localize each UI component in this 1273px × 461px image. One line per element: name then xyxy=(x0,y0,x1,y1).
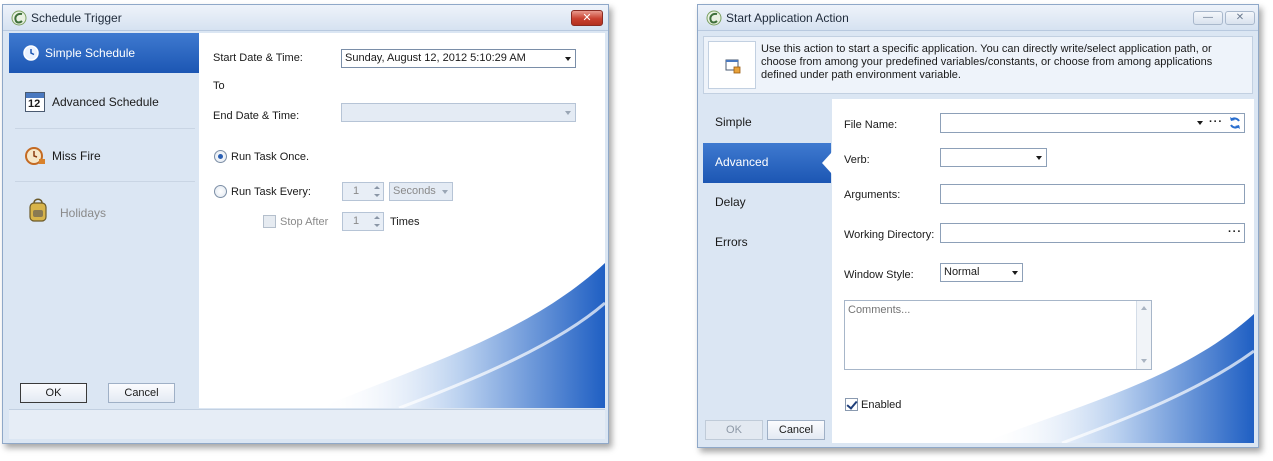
run-every-stepper[interactable]: 1 xyxy=(342,182,384,201)
description-text: Use this action to start a specific appl… xyxy=(761,43,1213,81)
chevron-down-icon xyxy=(442,190,448,194)
chevron-down-icon xyxy=(565,57,571,61)
browse-dots-icon[interactable]: ··· xyxy=(1209,116,1223,128)
calendar-icon-day: 12 xyxy=(28,98,41,110)
nav-label: Simple Schedule xyxy=(45,46,136,60)
nav-label: Holidays xyxy=(60,206,107,220)
start-date-value: Sunday, August 12, 2012 5:10:29 AM xyxy=(345,52,526,64)
spin-up-icon[interactable] xyxy=(374,216,380,219)
window-style-value: Normal xyxy=(944,266,980,278)
enabled-label: Enabled xyxy=(861,399,902,411)
schedule-trigger-titlebar[interactable]: Schedule Trigger ✕ xyxy=(3,5,608,31)
enabled-checkbox[interactable] xyxy=(845,398,858,411)
app-logo-icon xyxy=(706,10,722,26)
nav-label: Delay xyxy=(715,195,746,209)
start-application-action-window: Start Application Action — ✕ Use this ac… xyxy=(697,4,1259,448)
nav-item-advanced-schedule[interactable]: 12 Advanced Schedule xyxy=(9,81,199,123)
nav-item-delay[interactable]: Delay xyxy=(703,183,831,223)
chevron-down-icon xyxy=(565,111,571,115)
minimize-button[interactable]: — xyxy=(1193,11,1223,25)
working-directory-label: Working Directory: xyxy=(844,229,935,241)
run-once-label: Run Task Once. xyxy=(231,151,310,163)
minimize-icon: — xyxy=(1203,12,1213,23)
schedule-trigger-window: Schedule Trigger ✕ Simple Schedule 12 Ad… xyxy=(2,4,609,444)
refresh-icon[interactable] xyxy=(1228,116,1242,130)
window-title: Schedule Trigger xyxy=(31,11,122,25)
end-date-label: End Date & Time: xyxy=(213,110,300,122)
status-bar xyxy=(9,409,605,439)
stop-after-label: Stop After xyxy=(280,216,329,228)
file-name-input[interactable]: ··· xyxy=(940,113,1245,133)
interval-unit-select[interactable]: Seconds xyxy=(389,182,453,201)
stop-after-stepper[interactable]: 1 xyxy=(342,212,384,231)
alarm-clock-icon xyxy=(25,147,45,165)
nav-label: Simple xyxy=(715,115,752,129)
nav-separator xyxy=(15,181,195,182)
run-every-value: 1 xyxy=(353,185,360,197)
end-date-picker[interactable] xyxy=(341,103,576,122)
working-directory-input[interactable]: ··· xyxy=(940,223,1245,243)
nav-label: Advanced Schedule xyxy=(52,95,159,109)
nav-item-advanced[interactable]: Advanced xyxy=(703,143,831,183)
stop-after-value: 1 xyxy=(353,215,360,227)
browse-dots-icon[interactable]: ··· xyxy=(1228,226,1242,238)
nav-item-miss-fire[interactable]: Miss Fire xyxy=(9,135,199,177)
chevron-down-icon xyxy=(1036,156,1042,160)
arguments-input[interactable] xyxy=(940,184,1245,204)
window-style-select[interactable]: Normal xyxy=(940,263,1023,282)
spin-down-icon[interactable] xyxy=(374,224,380,227)
scroll-up-icon[interactable] xyxy=(1141,306,1147,310)
nav-label: Advanced xyxy=(715,155,769,169)
nav-item-simple-schedule[interactable]: Simple Schedule xyxy=(9,33,199,73)
close-button[interactable]: ✕ xyxy=(571,10,603,26)
nav-item-holidays[interactable]: Holidays xyxy=(9,191,199,233)
spin-down-icon[interactable] xyxy=(374,194,380,197)
chevron-down-icon xyxy=(1012,271,1018,275)
chevron-down-icon[interactable] xyxy=(1197,121,1203,125)
clock-icon xyxy=(23,45,39,61)
action-content-panel: File Name: ··· Verb: Arguments: Working … xyxy=(832,99,1254,443)
selection-notch xyxy=(822,152,832,174)
comments-textarea[interactable] xyxy=(844,300,1152,370)
start-date-label: Start Date & Time: xyxy=(213,52,303,64)
nav-label: Errors xyxy=(715,235,748,249)
start-app-titlebar[interactable]: Start Application Action — ✕ xyxy=(698,5,1258,31)
scroll-down-icon[interactable] xyxy=(1141,359,1147,363)
window-title: Start Application Action xyxy=(726,11,849,25)
application-window-icon xyxy=(725,59,741,74)
to-label: To xyxy=(213,80,225,92)
ok-button[interactable]: OK xyxy=(705,420,763,440)
nav-item-errors[interactable]: Errors xyxy=(703,223,831,263)
arguments-label: Arguments: xyxy=(844,189,901,201)
nav-label: Miss Fire xyxy=(52,149,101,163)
run-once-radio[interactable] xyxy=(214,150,227,163)
times-label: Times xyxy=(390,216,420,228)
close-button[interactable]: ✕ xyxy=(1225,11,1255,25)
app-logo-icon xyxy=(11,10,27,26)
window-style-label: Window Style: xyxy=(844,269,914,281)
interval-unit-value: Seconds xyxy=(393,185,436,197)
cancel-button[interactable]: Cancel xyxy=(108,383,175,403)
spin-up-icon[interactable] xyxy=(374,186,380,189)
nav-item-simple[interactable]: Simple xyxy=(703,103,831,143)
stop-after-checkbox[interactable] xyxy=(263,215,276,228)
run-every-label: Run Task Every: xyxy=(231,186,311,198)
run-every-radio[interactable] xyxy=(214,185,227,198)
verb-select[interactable] xyxy=(940,148,1047,167)
file-name-label: File Name: xyxy=(844,119,898,131)
close-icon: ✕ xyxy=(582,12,592,24)
verb-label: Verb: xyxy=(844,154,870,166)
description-panel: Use this action to start a specific appl… xyxy=(703,36,1253,94)
nav-separator xyxy=(15,128,195,129)
backpack-icon xyxy=(29,198,47,222)
action-icon xyxy=(708,41,756,89)
ok-button[interactable]: OK xyxy=(20,383,87,403)
close-icon: ✕ xyxy=(1235,12,1245,23)
start-date-picker[interactable]: Sunday, August 12, 2012 5:10:29 AM xyxy=(341,49,576,68)
calendar-icon: 12 xyxy=(25,92,45,112)
comments-scrollbar[interactable] xyxy=(1136,301,1151,369)
cancel-button[interactable]: Cancel xyxy=(767,420,825,440)
schedule-content-panel: Start Date & Time: Sunday, August 12, 20… xyxy=(199,33,605,408)
